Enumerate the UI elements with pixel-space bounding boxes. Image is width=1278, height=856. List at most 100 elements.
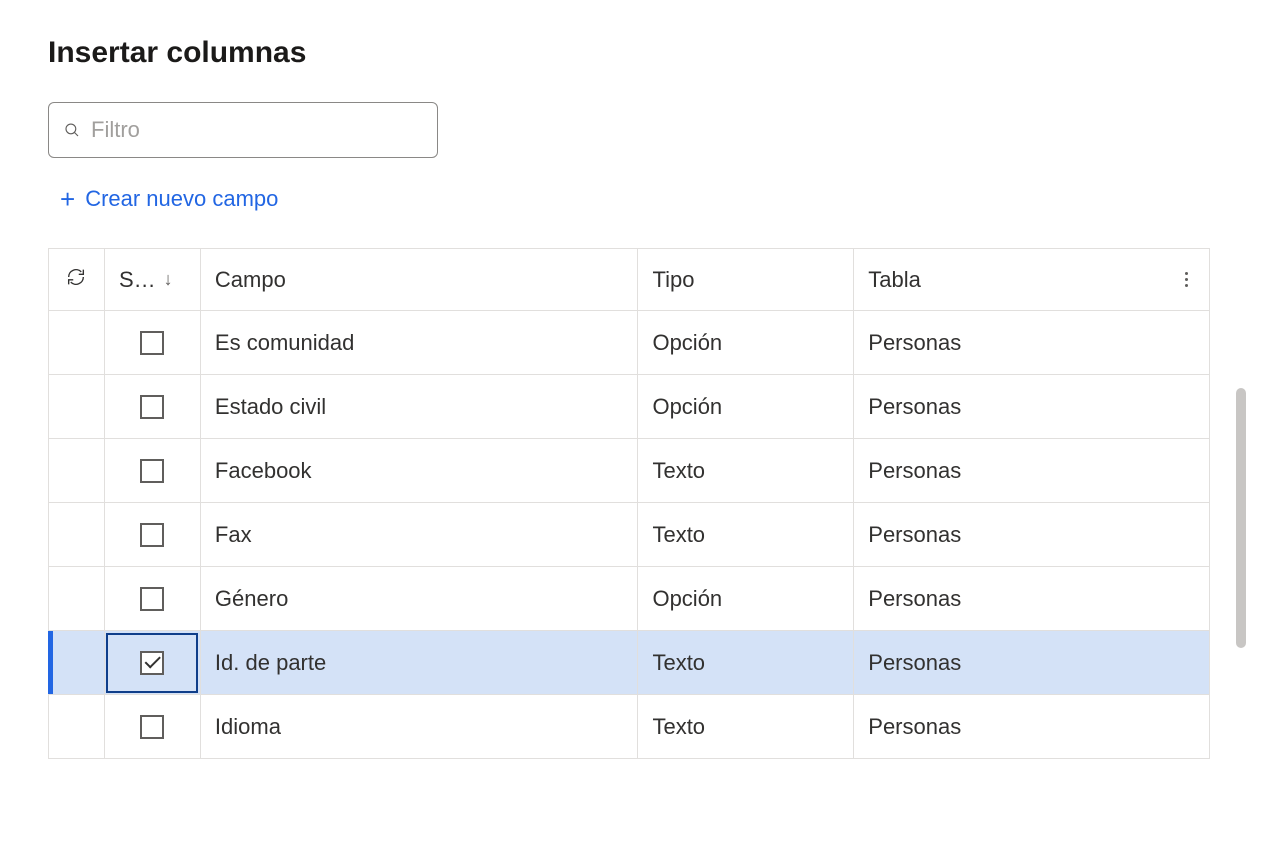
row-tabla-cell: Personas bbox=[854, 375, 1164, 439]
header-refresh[interactable] bbox=[49, 249, 105, 311]
header-more-menu[interactable] bbox=[1163, 249, 1209, 311]
row-tabla-value: Personas bbox=[868, 586, 961, 612]
refresh-icon bbox=[65, 266, 87, 294]
row-campo-value: Género bbox=[215, 586, 288, 612]
row-menu-cell bbox=[1163, 311, 1209, 375]
row-tabla-value: Personas bbox=[868, 714, 961, 740]
row-tipo-value: Texto bbox=[652, 714, 705, 740]
row-tipo-cell: Texto bbox=[638, 439, 854, 503]
row-campo-value: Id. de parte bbox=[215, 650, 326, 676]
row-tabla-cell: Personas bbox=[854, 695, 1164, 759]
row-indicator-cell bbox=[49, 439, 105, 503]
row-tabla-value: Personas bbox=[868, 394, 961, 420]
row-select-cell[interactable] bbox=[104, 375, 200, 439]
row-select-cell[interactable] bbox=[104, 311, 200, 375]
row-campo-value: Fax bbox=[215, 522, 252, 548]
row-tabla-value: Personas bbox=[868, 650, 961, 676]
row-tipo-cell: Opción bbox=[638, 375, 854, 439]
row-indicator-cell bbox=[49, 375, 105, 439]
row-campo-cell: Es comunidad bbox=[200, 311, 638, 375]
header-select[interactable]: S… ↓ bbox=[104, 249, 200, 311]
row-tipo-value: Opción bbox=[652, 394, 722, 420]
row-checkbox[interactable] bbox=[140, 651, 164, 675]
row-checkbox[interactable] bbox=[140, 523, 164, 547]
header-tipo-label: Tipo bbox=[652, 267, 694, 293]
table-row[interactable]: Estado civil Opción Personas bbox=[49, 375, 1210, 439]
header-tipo[interactable]: Tipo bbox=[638, 249, 854, 311]
row-tabla-value: Personas bbox=[868, 458, 961, 484]
row-tipo-value: Texto bbox=[652, 458, 705, 484]
page-title: Insertar columnas bbox=[48, 36, 1230, 70]
row-campo-value: Es comunidad bbox=[215, 330, 354, 356]
row-checkbox[interactable] bbox=[140, 587, 164, 611]
row-campo-value: Idioma bbox=[215, 714, 281, 740]
row-tabla-value: Personas bbox=[868, 330, 961, 356]
row-checkbox[interactable] bbox=[140, 715, 164, 739]
header-tabla-label: Tabla bbox=[868, 267, 921, 293]
plus-icon: + bbox=[60, 186, 75, 212]
table-row[interactable]: Género Opción Personas bbox=[49, 567, 1210, 631]
row-indicator-cell bbox=[49, 695, 105, 759]
vertical-scrollbar[interactable] bbox=[1236, 388, 1246, 648]
create-new-field-link[interactable]: + Crear nuevo campo bbox=[60, 186, 278, 212]
row-campo-cell: Fax bbox=[200, 503, 638, 567]
table-row[interactable]: Id. de parte Texto Personas bbox=[49, 631, 1210, 695]
sort-down-icon: ↓ bbox=[164, 269, 173, 290]
row-menu-cell bbox=[1163, 503, 1209, 567]
row-tipo-value: Texto bbox=[652, 522, 705, 548]
row-checkbox[interactable] bbox=[140, 395, 164, 419]
row-select-cell[interactable] bbox=[104, 439, 200, 503]
row-campo-cell: Género bbox=[200, 567, 638, 631]
row-tipo-cell: Texto bbox=[638, 503, 854, 567]
header-select-label: S… bbox=[119, 267, 156, 293]
row-campo-cell: Estado civil bbox=[200, 375, 638, 439]
header-tabla[interactable]: Tabla bbox=[854, 249, 1164, 311]
table-row[interactable]: Facebook Texto Personas bbox=[49, 439, 1210, 503]
filter-input-container[interactable] bbox=[48, 102, 438, 158]
columns-table: S… ↓ Campo Tipo Tabla bbox=[48, 248, 1210, 759]
row-menu-cell bbox=[1163, 439, 1209, 503]
create-new-field-label: Crear nuevo campo bbox=[85, 186, 278, 212]
row-tipo-value: Opción bbox=[652, 586, 722, 612]
row-select-cell[interactable] bbox=[104, 695, 200, 759]
row-tabla-value: Personas bbox=[868, 522, 961, 548]
row-campo-value: Facebook bbox=[215, 458, 312, 484]
row-indicator-cell bbox=[49, 311, 105, 375]
more-vertical-icon bbox=[1185, 249, 1188, 310]
table-row[interactable]: Idioma Texto Personas bbox=[49, 695, 1210, 759]
row-tipo-value: Opción bbox=[652, 330, 722, 356]
header-campo[interactable]: Campo bbox=[200, 249, 638, 311]
table-row[interactable]: Es comunidad Opción Personas bbox=[49, 311, 1210, 375]
row-tipo-cell: Texto bbox=[638, 695, 854, 759]
row-tabla-cell: Personas bbox=[854, 631, 1164, 695]
row-campo-cell: Idioma bbox=[200, 695, 638, 759]
header-campo-label: Campo bbox=[215, 267, 286, 293]
table-row[interactable]: Fax Texto Personas bbox=[49, 503, 1210, 567]
row-indicator-cell bbox=[49, 631, 105, 695]
row-menu-cell bbox=[1163, 567, 1209, 631]
table-header-row: S… ↓ Campo Tipo Tabla bbox=[49, 249, 1210, 311]
row-campo-cell: Facebook bbox=[200, 439, 638, 503]
filter-input[interactable] bbox=[91, 117, 423, 143]
row-tipo-value: Texto bbox=[652, 650, 705, 676]
row-menu-cell bbox=[1163, 631, 1209, 695]
row-tabla-cell: Personas bbox=[854, 311, 1164, 375]
row-select-cell[interactable] bbox=[104, 503, 200, 567]
row-tabla-cell: Personas bbox=[854, 567, 1164, 631]
row-tabla-cell: Personas bbox=[854, 503, 1164, 567]
row-checkbox[interactable] bbox=[140, 459, 164, 483]
row-menu-cell bbox=[1163, 375, 1209, 439]
row-select-cell[interactable] bbox=[104, 631, 200, 695]
row-tipo-cell: Opción bbox=[638, 567, 854, 631]
columns-table-container: S… ↓ Campo Tipo Tabla bbox=[48, 248, 1230, 759]
row-checkbox[interactable] bbox=[140, 331, 164, 355]
row-tabla-cell: Personas bbox=[854, 439, 1164, 503]
row-indicator-cell bbox=[49, 503, 105, 567]
row-campo-cell: Id. de parte bbox=[200, 631, 638, 695]
row-menu-cell bbox=[1163, 695, 1209, 759]
row-tipo-cell: Texto bbox=[638, 631, 854, 695]
row-tipo-cell: Opción bbox=[638, 311, 854, 375]
row-select-cell[interactable] bbox=[104, 567, 200, 631]
search-icon bbox=[63, 121, 81, 139]
row-campo-value: Estado civil bbox=[215, 394, 326, 420]
